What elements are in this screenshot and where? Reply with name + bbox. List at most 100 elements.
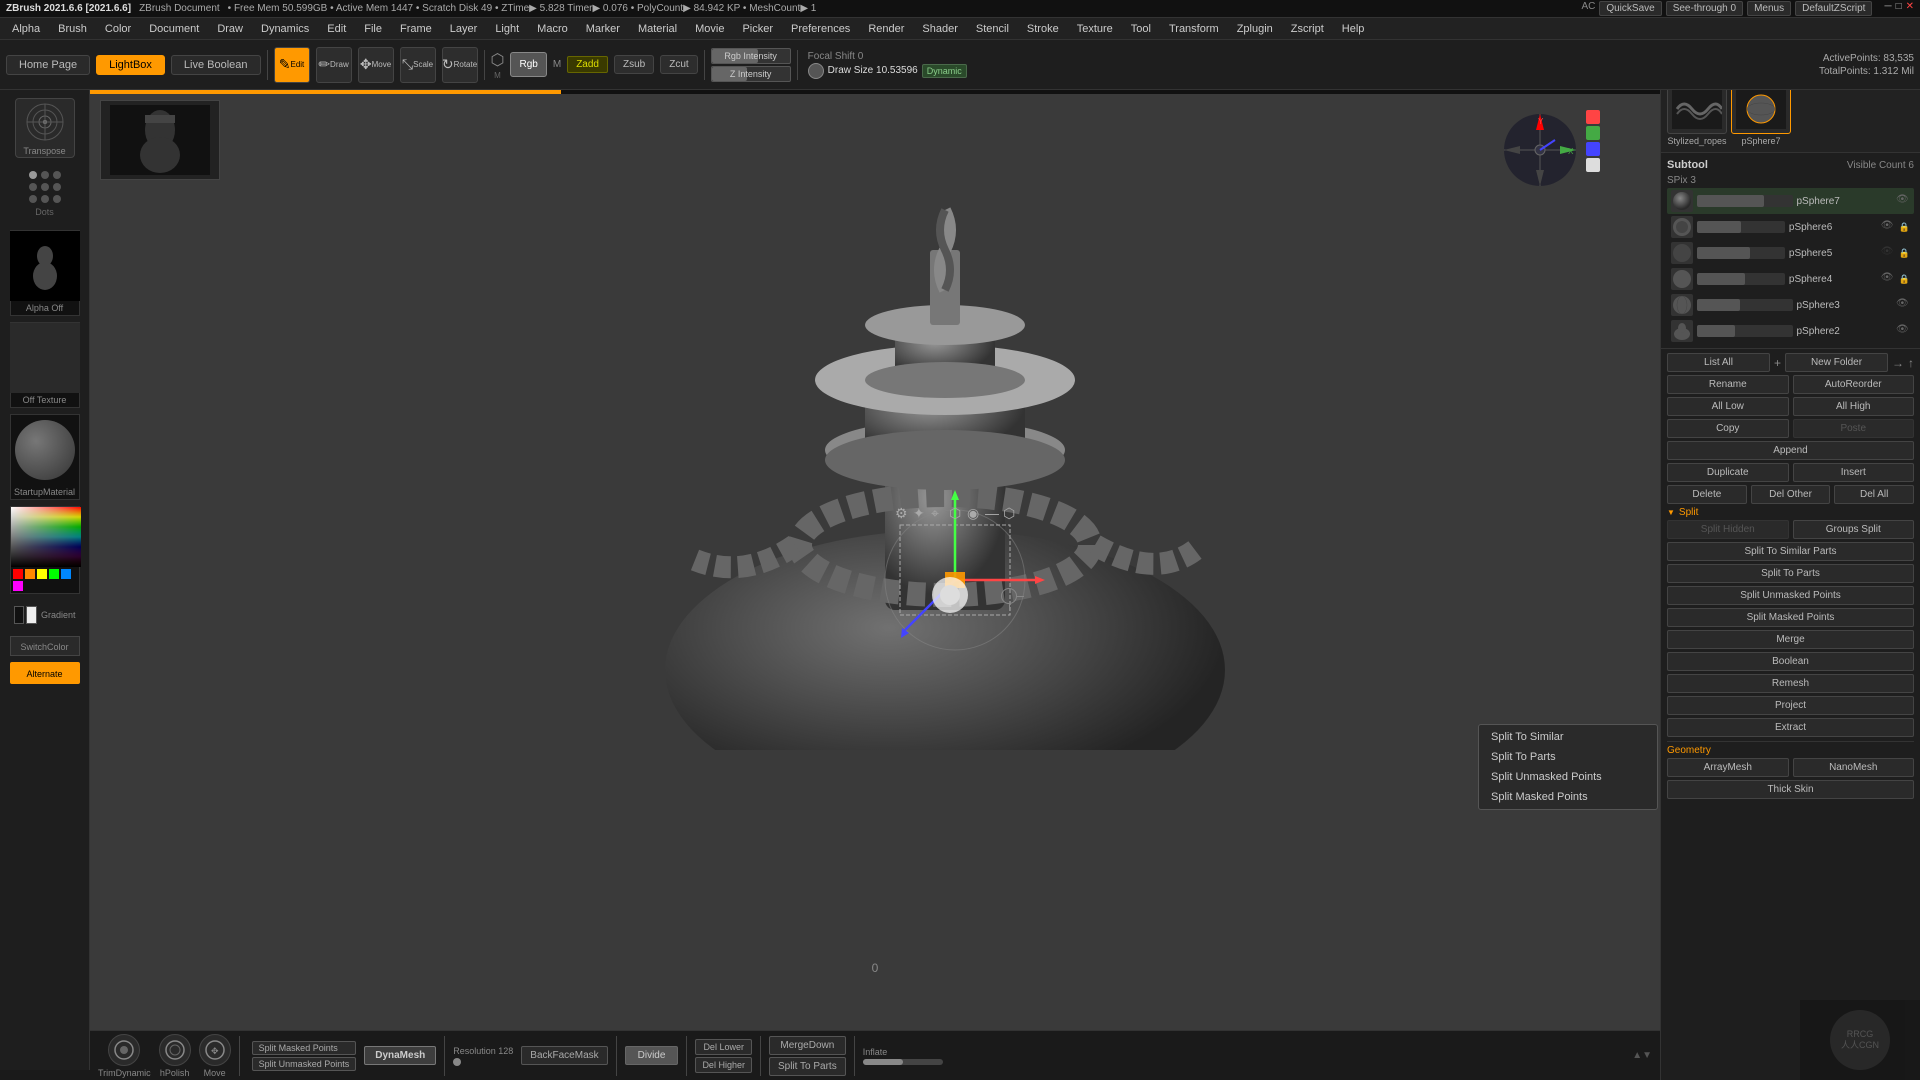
subtool-item-psphere6[interactable]: pSphere6 👁 🔒 [1667,214,1914,240]
paste-button[interactable]: Poste [1793,419,1915,438]
menu-layer[interactable]: Layer [442,21,486,37]
dynamesh-button[interactable]: DynaMesh [364,1046,436,1065]
zcut-button[interactable]: Zcut [660,55,697,74]
menu-picker[interactable]: Picker [734,21,781,37]
menu-tool[interactable]: Tool [1123,21,1159,37]
menu-frame[interactable]: Frame [392,21,440,37]
close-btn[interactable]: ✕ [1906,1,1914,16]
subtool-slider-psphere4[interactable] [1697,273,1785,285]
subtool-eye-psphere2[interactable]: 👁 [1896,324,1910,338]
ctx-split-similar[interactable]: Split To Similar [1479,727,1657,747]
see-through-button[interactable]: See-through 0 [1666,1,1743,16]
viewport[interactable]: Y X [90,90,1660,1030]
subtool-eye-psphere5[interactable]: 👁 [1881,246,1895,260]
delete-button[interactable]: Delete [1667,485,1747,504]
dot-1[interactable] [29,171,37,179]
rgb-button[interactable]: Rgb [510,52,546,77]
viewport-compass[interactable]: Y X [1500,110,1580,193]
material-box[interactable]: StartupMaterial [10,414,80,500]
alternate-button[interactable]: Alternate [10,662,80,684]
color-spectrum[interactable] [11,507,81,567]
swatch-blue[interactable] [61,569,71,579]
draw-tool[interactable]: ✏ Draw [316,47,352,83]
menu-document[interactable]: Document [141,21,207,37]
tab-home-page[interactable]: Home Page [6,55,90,75]
subtool-eye-psphere3[interactable]: 👁 [1896,298,1910,312]
subtool-eye-psphere6[interactable]: 👁 [1881,220,1895,234]
minimize-btn[interactable]: ─ [1884,1,1891,16]
menu-transform[interactable]: Transform [1161,21,1227,37]
groups-split-button[interactable]: Groups Split [1793,520,1915,539]
del-all-button[interactable]: Del All [1834,485,1914,504]
subtool-slider-psphere7[interactable] [1697,195,1793,207]
alpha-box[interactable]: Alpha Off [10,230,80,316]
copy-button[interactable]: Copy [1667,419,1789,438]
split-unmasked-bottom-button[interactable]: Split Unmasked Points [252,1057,357,1071]
subtool-lock-psphere4[interactable]: 🔒 [1899,274,1910,285]
mini-preview[interactable] [100,100,220,180]
dot-2[interactable] [41,171,49,179]
dot-6[interactable] [53,183,61,191]
rgb-intensity-slider[interactable]: Rgb Intensity [711,48,791,64]
nano-mesh-button[interactable]: NanoMesh [1793,758,1915,777]
dot-7[interactable] [29,195,37,203]
backface-mask-button[interactable]: BackFaceMask [521,1046,607,1065]
menu-stroke[interactable]: Stroke [1019,21,1067,37]
trimdynamic-tool[interactable]: TrimDynamic [98,1034,151,1078]
all-low-button[interactable]: All Low [1667,397,1789,416]
insert-button[interactable]: Insert [1793,463,1915,482]
subtool-lock-psphere6[interactable]: 🔒 [1899,222,1910,233]
resolution-dot[interactable] [453,1058,461,1066]
dot-3[interactable] [53,171,61,179]
split-masked-bottom-button[interactable]: Split Masked Points [252,1041,357,1055]
project-button[interactable]: Project [1667,696,1914,715]
split-hidden-button[interactable]: Split Hidden [1667,520,1789,539]
switch-color-button[interactable]: SwitchColor [10,636,80,656]
extract-button[interactable]: Extract [1667,718,1914,737]
brush-item-psphere7[interactable]: pSphere7 [1731,84,1791,146]
inflate-slider[interactable] [863,1059,943,1065]
array-mesh-button[interactable]: ArrayMesh [1667,758,1789,777]
dynamic-button[interactable]: Dynamic [922,64,967,78]
menu-alpha[interactable]: Alpha [4,21,48,37]
subtool-item-psphere5[interactable]: pSphere5 👁 🔒 [1667,240,1914,266]
move-bottom-tool[interactable]: ✥ Move [199,1034,231,1078]
texture-box[interactable]: Off Texture [10,322,80,408]
all-high-button[interactable]: All High [1793,397,1915,416]
merge-button[interactable]: Merge [1667,630,1914,649]
thick-skin-button[interactable]: Thick Skin [1667,780,1914,799]
dot-9[interactable] [53,195,61,203]
menu-edit[interactable]: Edit [319,21,354,37]
z-intensity-slider[interactable]: Z Intensity [711,66,791,82]
maximize-btn[interactable]: □ [1896,1,1902,16]
menu-shader[interactable]: Shader [914,21,965,37]
dot-5[interactable] [41,183,49,191]
divide-button[interactable]: Divide [625,1046,679,1065]
swatch-orange[interactable] [25,569,35,579]
menu-marker[interactable]: Marker [578,21,628,37]
tab-live-boolean[interactable]: Live Boolean [171,55,261,75]
subtool-item-psphere2[interactable]: pSphere2 👁 [1667,318,1914,344]
subtool-eye-psphere4[interactable]: 👁 [1881,272,1895,286]
rename-button[interactable]: Rename [1667,375,1789,394]
swatch-yellow[interactable] [37,569,47,579]
split-similar-button[interactable]: Split To Similar Parts [1667,542,1914,561]
scale-tool[interactable]: ⤡ Scale [400,47,436,83]
subtool-item-psphere4[interactable]: pSphere4 👁 🔒 [1667,266,1914,292]
transpose-tool[interactable]: Transpose [15,98,75,158]
split-parts-button[interactable]: Split To Parts [1667,564,1914,583]
menus-button[interactable]: Menus [1747,1,1791,16]
menu-brush[interactable]: Brush [50,21,95,37]
menu-zplugin[interactable]: Zplugin [1229,21,1281,37]
subtool-eye-psphere7[interactable]: 👁 [1896,194,1910,208]
menu-dynamics[interactable]: Dynamics [253,21,317,37]
menu-draw[interactable]: Draw [209,21,251,37]
draw-size-circle[interactable] [808,63,824,79]
zsub-button[interactable]: Zsub [614,55,654,74]
duplicate-button[interactable]: Duplicate [1667,463,1789,482]
menu-macro[interactable]: Macro [529,21,576,37]
subtool-item-psphere3[interactable]: pSphere3 👁 [1667,292,1914,318]
swatch-red[interactable] [13,569,23,579]
new-folder-button[interactable]: New Folder [1785,353,1888,372]
dot-8[interactable] [41,195,49,203]
